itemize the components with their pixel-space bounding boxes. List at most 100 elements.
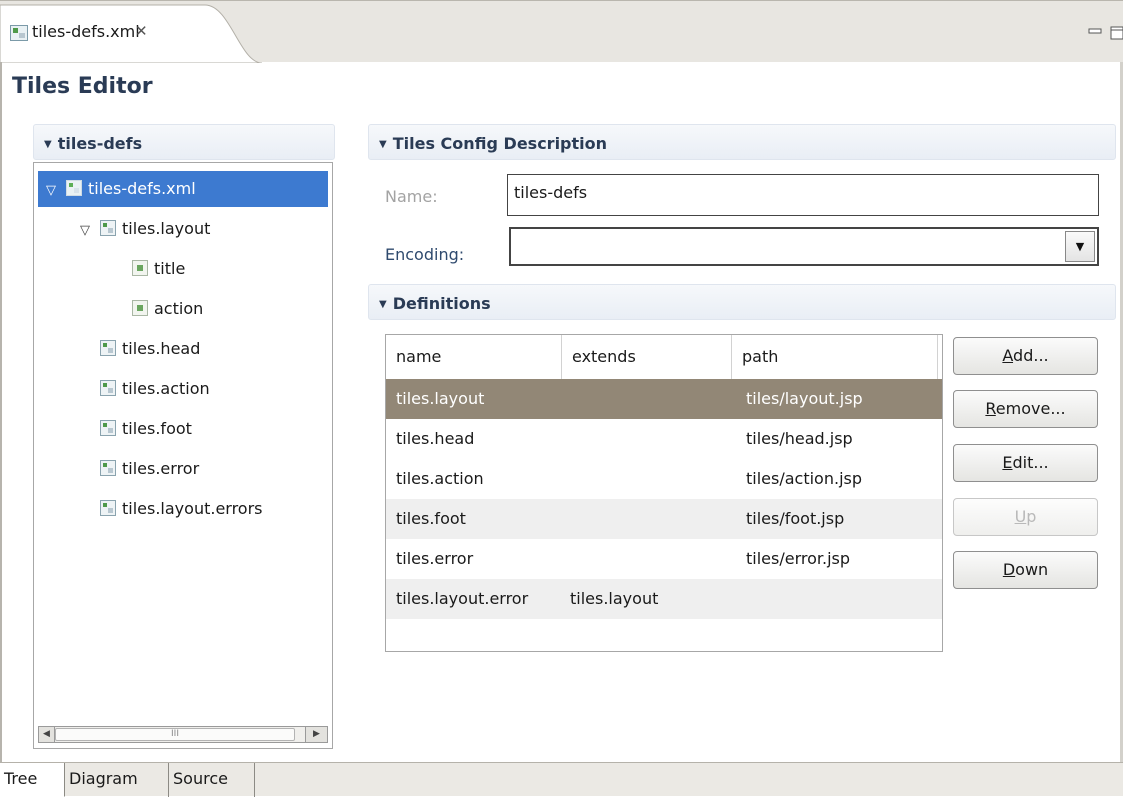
remove-mnemonic: R xyxy=(985,399,996,418)
expanded-arrow-icon[interactable]: ▽ xyxy=(46,173,66,209)
scroll-right-icon[interactable]: ▶ xyxy=(305,727,327,742)
definitions-table[interactable]: name extends path tiles.layout tiles/lay… xyxy=(385,334,943,652)
table-row[interactable]: tiles.action tiles/action.jsp xyxy=(386,459,942,499)
tree-node-tiles-foot[interactable]: tiles.foot xyxy=(38,411,328,447)
config-section-title: Tiles Config Description xyxy=(392,134,608,153)
down-mnemonic: D xyxy=(1002,560,1016,579)
definition-icon xyxy=(100,499,116,516)
down-button[interactable]: Down xyxy=(953,551,1098,589)
tree-section-header[interactable]: ▼ tiles-defs xyxy=(33,124,335,160)
config-section-header[interactable]: ▼ Tiles Config Description xyxy=(368,124,1116,160)
table-row[interactable]: tiles.head tiles/head.jsp xyxy=(386,419,942,459)
close-icon[interactable]: ✕ xyxy=(135,21,151,41)
tree-node-tiles-error[interactable]: tiles.error xyxy=(38,451,328,487)
tree-node-tiles-head[interactable]: tiles.head xyxy=(38,331,328,367)
tree-node-tiles-layout[interactable]: ▽ tiles.layout xyxy=(38,211,328,247)
editor-left-border xyxy=(0,62,2,762)
tab-source[interactable]: Source xyxy=(169,763,255,797)
definition-icon xyxy=(100,339,116,356)
tree-node-label: tiles.error xyxy=(122,459,200,478)
down-label: own xyxy=(1015,560,1049,579)
cell-name: tiles.head xyxy=(396,429,475,448)
cell-name: tiles.action xyxy=(396,469,484,488)
scroll-thumb-grip: III xyxy=(171,729,179,739)
cell-path: tiles/head.jsp xyxy=(746,429,853,448)
scroll-thumb[interactable]: III xyxy=(55,728,295,741)
tree-node-label: tiles-defs.xml xyxy=(88,179,196,198)
collapse-arrow-icon[interactable]: ▼ xyxy=(44,139,52,150)
add-label: dd... xyxy=(1013,346,1049,365)
table-row[interactable]: tiles.layout tiles/layout.jsp xyxy=(386,379,942,419)
definition-icon xyxy=(100,219,116,236)
tree-node-label: tiles.action xyxy=(122,379,210,398)
edit-mnemonic: E xyxy=(1002,453,1013,472)
add-mnemonic: A xyxy=(1002,346,1014,365)
up-label: p xyxy=(1026,507,1037,526)
chevron-down-icon[interactable]: ▼ xyxy=(1065,231,1095,262)
up-mnemonic: U xyxy=(1014,507,1027,526)
encoding-label: Encoding: xyxy=(385,245,465,264)
cell-name: tiles.foot xyxy=(396,509,466,528)
cell-path: tiles/action.jsp xyxy=(746,469,863,488)
cell-path: tiles/error.jsp xyxy=(746,549,851,568)
attribute-icon xyxy=(132,259,148,276)
definition-icon xyxy=(100,419,116,436)
cell-name: tiles.layout xyxy=(396,389,485,408)
editor-page-tabs: Tree Diagram Source xyxy=(0,762,1123,797)
tree-node-label: tiles.foot xyxy=(122,419,192,438)
up-button[interactable]: Up xyxy=(953,498,1098,536)
cell-extends: tiles.layout xyxy=(570,589,659,608)
editor-tab-label: tiles-defs.xml xyxy=(32,22,140,41)
cell-path: tiles/layout.jsp xyxy=(746,389,863,408)
definition-icon xyxy=(100,459,116,476)
tree-node-title[interactable]: title xyxy=(38,251,328,287)
cell-path: tiles/foot.jsp xyxy=(746,509,845,528)
encoding-combo[interactable]: ▼ xyxy=(509,227,1099,266)
tree-node-label: tiles.head xyxy=(122,339,201,358)
expanded-arrow-icon[interactable]: ▽ xyxy=(80,213,100,249)
collapse-arrow-icon[interactable]: ▼ xyxy=(379,139,387,150)
page-title: Tiles Editor xyxy=(12,74,153,99)
name-label: Name: xyxy=(385,187,438,206)
tree-node-label: title xyxy=(154,259,186,278)
tree-horizontal-scrollbar[interactable]: ◀ III ▶ xyxy=(38,726,328,743)
minimize-icon[interactable] xyxy=(1088,28,1102,34)
tree-node-label: action xyxy=(154,299,204,318)
remove-label: emove... xyxy=(995,399,1066,418)
tree-node-action[interactable]: action xyxy=(38,291,328,327)
column-header-name[interactable]: name xyxy=(386,335,562,379)
tree-node-tiles-layout-errors[interactable]: tiles.layout.errors xyxy=(38,491,328,527)
column-header-extends[interactable]: extends xyxy=(562,335,732,379)
table-row[interactable]: tiles.layout.error tiles.layout xyxy=(386,579,942,619)
definitions-section-header[interactable]: ▼ Definitions xyxy=(368,284,1116,320)
column-header-path[interactable]: path xyxy=(732,335,938,379)
definition-icon xyxy=(100,379,116,396)
name-field[interactable]: tiles-defs xyxy=(507,174,1099,216)
tree-node-label: tiles.layout xyxy=(122,219,211,238)
tab-tree[interactable]: Tree xyxy=(0,763,65,797)
table-row[interactable]: tiles.error tiles/error.jsp xyxy=(386,539,942,579)
tiles-file-icon xyxy=(66,179,82,196)
table-row[interactable]: tiles.foot tiles/foot.jsp xyxy=(386,499,942,539)
tree-section-title: tiles-defs xyxy=(57,134,143,153)
tree-node-tiles-defs-xml[interactable]: ▽ tiles-defs.xml xyxy=(38,171,328,207)
table-header: name extends path xyxy=(386,335,942,379)
tiles-file-icon xyxy=(10,25,28,41)
edit-label: dit... xyxy=(1012,453,1049,472)
tree-node-label: tiles.layout.errors xyxy=(122,499,263,518)
cell-name: tiles.error xyxy=(396,549,474,568)
edit-button[interactable]: Edit... xyxy=(953,444,1098,482)
cell-name: tiles.layout.error xyxy=(396,589,529,608)
add-button[interactable]: Add... xyxy=(953,337,1098,375)
remove-button[interactable]: Remove... xyxy=(953,390,1098,428)
tab-diagram[interactable]: Diagram xyxy=(65,763,169,797)
scroll-left-icon[interactable]: ◀ xyxy=(39,727,55,742)
maximize-icon[interactable] xyxy=(1110,26,1123,40)
editor-tab-tiles-defs[interactable]: tiles-defs.xml ✕ xyxy=(0,1,262,63)
editor-tab-strip: tiles-defs.xml ✕ xyxy=(0,0,1123,63)
tree-node-tiles-action[interactable]: tiles.action xyxy=(38,371,328,407)
definitions-section-title: Definitions xyxy=(392,294,491,313)
collapse-arrow-icon[interactable]: ▼ xyxy=(379,299,387,310)
window-controls xyxy=(1088,26,1123,40)
definitions-tree[interactable]: ▽ tiles-defs.xml ▽ tiles.layout title acti… xyxy=(33,162,333,749)
